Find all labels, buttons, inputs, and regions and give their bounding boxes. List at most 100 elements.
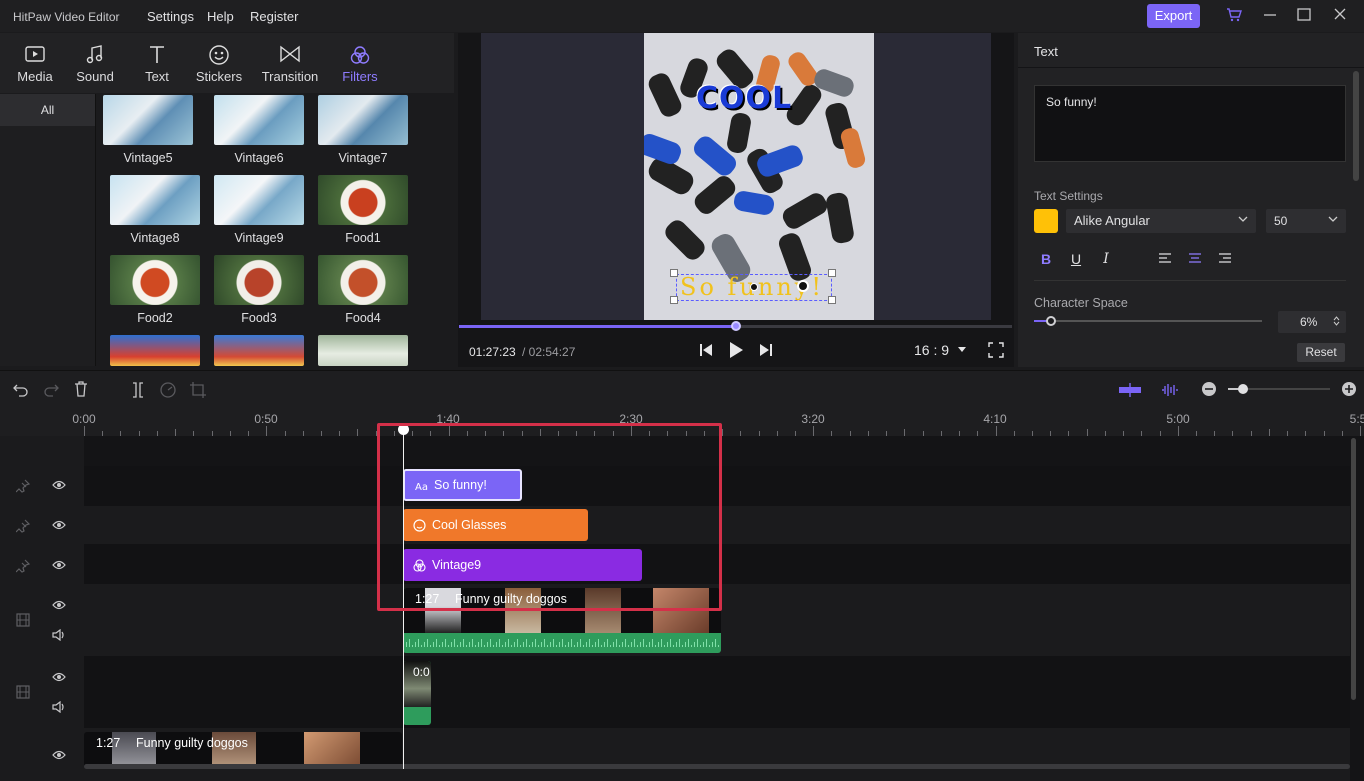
- character-space-slider[interactable]: [1034, 320, 1262, 322]
- video-frame[interactable]: COOL So funny!: [644, 33, 874, 320]
- split-icon[interactable]: [129, 381, 147, 399]
- filter-thumbnail: [214, 255, 304, 305]
- font-size-select[interactable]: 50: [1266, 209, 1346, 233]
- aspect-ratio-select[interactable]: 16 : 9: [914, 342, 949, 358]
- redo-icon[interactable]: [42, 381, 60, 399]
- filter-item[interactable]: Food4: [318, 255, 415, 325]
- cart-icon[interactable]: [1225, 6, 1245, 26]
- filter-item[interactable]: Food3: [214, 255, 311, 325]
- filter-thumbnail[interactable]: [214, 335, 304, 366]
- audio-waveform: [403, 639, 719, 647]
- pin-icon[interactable]: [16, 559, 30, 573]
- font-family-select[interactable]: Alike Angular: [1066, 209, 1256, 233]
- undo-icon[interactable]: [12, 381, 30, 399]
- speaker-icon[interactable]: [52, 629, 66, 641]
- filter-item[interactable]: Food2: [110, 255, 207, 325]
- slider-knob[interactable]: [1046, 316, 1056, 326]
- filter-thumbnail[interactable]: [318, 335, 408, 366]
- filter-thumbnail: [214, 175, 304, 225]
- zoom-slider-knob[interactable]: [1238, 384, 1248, 394]
- media-icon: [24, 44, 46, 64]
- zoom-in-icon[interactable]: [1340, 380, 1358, 398]
- filter-item[interactable]: Vintage5: [103, 95, 200, 165]
- resize-handle[interactable]: [670, 296, 678, 304]
- video-clip-small[interactable]: 0:0: [403, 661, 431, 725]
- eye-icon[interactable]: [52, 749, 66, 761]
- divider: [1034, 280, 1346, 281]
- eye-icon[interactable]: [52, 599, 66, 611]
- filter-thumbnail[interactable]: [110, 335, 200, 366]
- speed-icon[interactable]: [159, 381, 177, 399]
- text-content-input[interactable]: So funny!: [1034, 85, 1346, 162]
- stepper-icon[interactable]: [1333, 315, 1340, 327]
- text-color-swatch[interactable]: [1034, 209, 1058, 233]
- align-right-icon[interactable]: [1218, 252, 1232, 264]
- bowtie-icon: [279, 44, 301, 64]
- filter-item[interactable]: Vintage6: [214, 95, 311, 165]
- smiley-icon: [208, 44, 230, 66]
- tool-tabs: Media Sound Text Stickers Transition Fil…: [0, 33, 454, 93]
- clip-duration: 1:27: [96, 736, 121, 750]
- eye-icon[interactable]: [52, 559, 66, 571]
- rotate-handle[interactable]: [797, 280, 809, 292]
- current-time: 01:27:23: [469, 345, 516, 359]
- progress-knob[interactable]: [731, 321, 741, 331]
- reset-button[interactable]: Reset: [1297, 343, 1345, 362]
- clip-title: Funny guilty doggos: [136, 736, 248, 750]
- resize-handle[interactable]: [828, 296, 836, 304]
- filter-item[interactable]: Vintage9: [214, 175, 311, 245]
- export-button[interactable]: Export: [1147, 4, 1200, 28]
- crop-icon[interactable]: [189, 381, 207, 399]
- filter-item[interactable]: Vintage8: [110, 175, 207, 245]
- preview-stage: COOL So funny!: [481, 33, 991, 320]
- prev-frame-icon[interactable]: [698, 342, 714, 358]
- play-icon[interactable]: [728, 341, 744, 359]
- align-center-icon[interactable]: [1188, 252, 1202, 264]
- zoom-out-icon[interactable]: [1200, 380, 1218, 398]
- caption-anchor[interactable]: [750, 283, 758, 291]
- align-left-icon[interactable]: [1158, 252, 1172, 264]
- close-icon[interactable]: [1332, 6, 1352, 26]
- pin-icon[interactable]: [16, 479, 30, 493]
- eye-icon[interactable]: [52, 671, 66, 683]
- eye-icon[interactable]: [52, 519, 66, 531]
- filter-item[interactable]: Vintage7: [318, 95, 415, 165]
- sticker-cool-glasses[interactable]: COOL: [696, 81, 792, 116]
- resize-handle[interactable]: [670, 269, 678, 277]
- maximize-icon[interactable]: [1296, 6, 1316, 26]
- category-all[interactable]: All: [0, 94, 95, 126]
- panel-scrollbar[interactable]: [1353, 71, 1359, 181]
- speaker-icon[interactable]: [52, 701, 66, 713]
- minimize-icon[interactable]: [1262, 6, 1282, 26]
- tab-sound[interactable]: Sound: [65, 33, 125, 93]
- pin-icon[interactable]: [16, 519, 30, 533]
- filter-item[interactable]: Food1: [318, 175, 415, 245]
- tab-media[interactable]: Media: [5, 33, 65, 93]
- text-properties-panel: Text So funny! Text Settings Alike Angul…: [1018, 33, 1364, 367]
- menu-help[interactable]: Help: [207, 9, 234, 24]
- filter-thumbnail: [103, 95, 193, 145]
- underline-button[interactable]: U: [1065, 248, 1087, 270]
- snap-icon[interactable]: [1118, 381, 1142, 399]
- next-frame-icon[interactable]: [758, 342, 774, 358]
- music-note-icon: [85, 44, 105, 66]
- menu-register[interactable]: Register: [250, 9, 298, 24]
- tab-stickers[interactable]: Stickers: [189, 33, 249, 93]
- character-space-input[interactable]: 6%: [1278, 311, 1346, 333]
- bold-button[interactable]: B: [1035, 248, 1057, 270]
- chevron-down-icon[interactable]: [958, 347, 966, 353]
- resize-handle[interactable]: [828, 269, 836, 277]
- delete-icon[interactable]: [72, 380, 90, 398]
- menu-settings[interactable]: Settings: [147, 9, 194, 24]
- audio-wave-icon[interactable]: [1160, 381, 1180, 399]
- eye-icon[interactable]: [52, 479, 66, 491]
- fullscreen-icon[interactable]: [987, 341, 1005, 359]
- italic-button[interactable]: I: [1095, 248, 1117, 270]
- tab-text[interactable]: Text: [127, 33, 187, 93]
- timeline-hscrollbar[interactable]: [84, 764, 1350, 769]
- tab-filters[interactable]: Filters: [330, 33, 390, 93]
- film-icon: [16, 685, 30, 699]
- video-clip[interactable]: 1:27 Funny guilty doggos: [84, 732, 402, 768]
- timeline-vscrollbar[interactable]: [1351, 438, 1356, 700]
- tab-transition[interactable]: Transition: [258, 33, 322, 93]
